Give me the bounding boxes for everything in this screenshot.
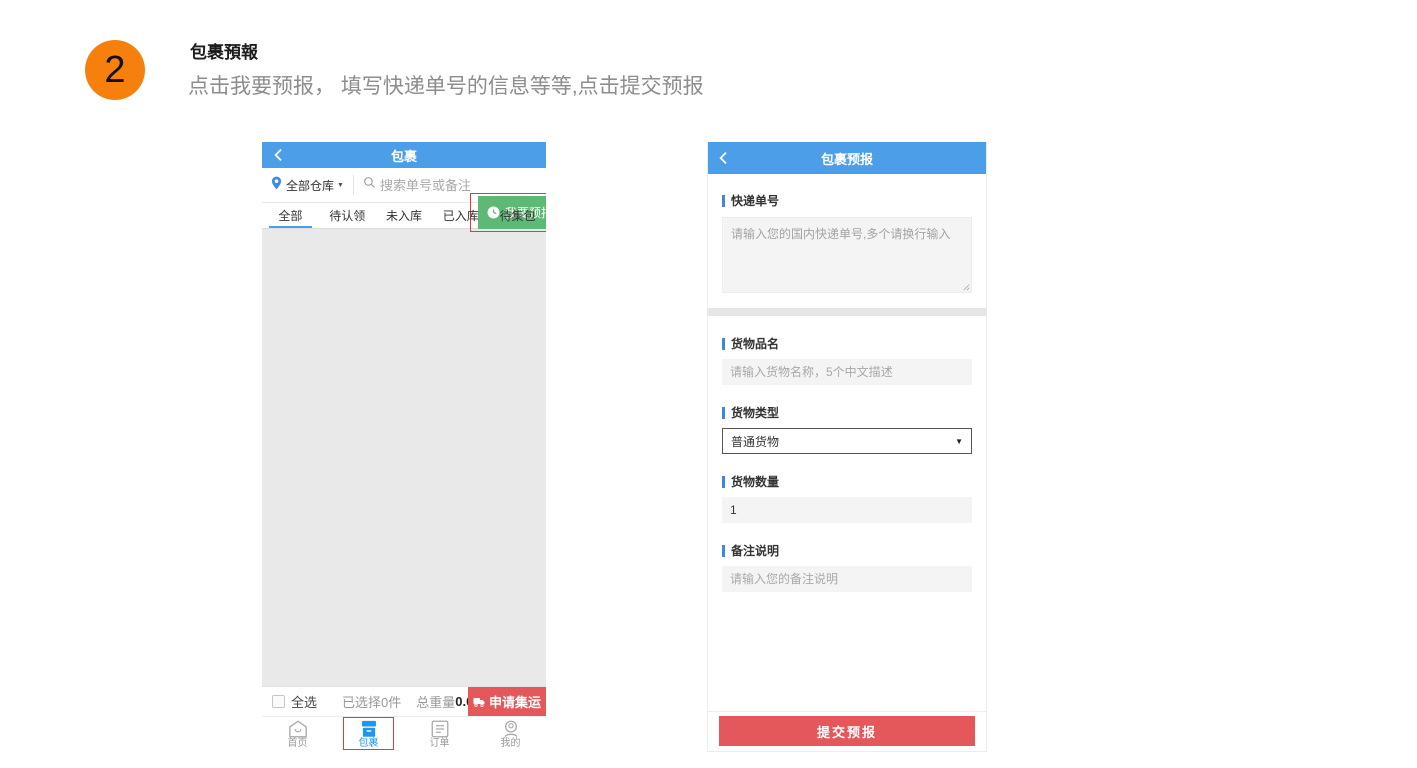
selection-bar: 全选 已选择0件 总重量 0.00 kg 申请集运 — [262, 686, 546, 716]
form-footer: 提交预报 — [708, 711, 986, 751]
truck-icon — [473, 697, 485, 707]
section-divider — [708, 308, 986, 316]
nav-packages[interactable]: 包裹 — [333, 717, 404, 752]
back-icon[interactable] — [716, 150, 732, 166]
label-accent-bar — [722, 545, 725, 557]
step-number-badge: 2 — [85, 40, 145, 100]
box-icon — [359, 720, 379, 738]
nav-label: 包裹 — [359, 739, 379, 749]
map-pin-icon — [271, 176, 282, 195]
nav-orders[interactable]: 订单 — [404, 717, 475, 752]
tab-all[interactable]: 全部 — [262, 203, 319, 228]
tracking-number-textarea[interactable] — [722, 217, 972, 293]
label-accent-bar — [722, 476, 725, 488]
label-text: 快递单号 — [731, 192, 779, 209]
select-all-checkbox[interactable] — [272, 695, 285, 708]
tab-not-in-warehouse[interactable]: 未入库 — [376, 203, 433, 228]
package-forecast-screen: 包裹预报 快递单号 货物品名 货物类型 普通货物 ▼ 货物 — [707, 142, 987, 752]
submit-forecast-button[interactable]: 提交预报 — [719, 716, 975, 746]
house-icon — [288, 720, 308, 738]
step-description: 点击我要预报， 填写快递单号的信息等等,点击提交预报 — [188, 70, 704, 100]
empty-package-list — [262, 228, 546, 686]
tab-in-warehouse[interactable]: 已入库 — [432, 203, 489, 228]
tab-label: 未入库 — [386, 207, 422, 224]
select-all-label[interactable]: 全选 — [291, 692, 317, 711]
label-text: 备注说明 — [731, 542, 779, 559]
label-accent-bar — [722, 407, 725, 419]
product-name-input[interactable] — [722, 359, 972, 385]
nav-label: 订单 — [430, 739, 450, 749]
quantity-input[interactable] — [722, 497, 972, 523]
selected-count: 已选择0件 — [342, 692, 401, 711]
left-header: 包裹 — [262, 142, 546, 168]
search-input[interactable] — [380, 178, 476, 193]
cargo-type-label: 货物类型 — [722, 404, 972, 421]
caret-down-icon[interactable]: ▼ — [337, 182, 344, 189]
cargo-type-value: 普通货物 — [731, 433, 779, 450]
tab-label: 已入库 — [443, 207, 479, 224]
apply-button-label: 申请集运 — [489, 692, 541, 711]
document-list-icon — [430, 720, 450, 738]
quantity-label: 货物数量 — [722, 473, 972, 490]
bottom-nav: 首页 包裹 订单 我的 — [262, 716, 546, 752]
tab-pending-claim[interactable]: 待认领 — [319, 203, 376, 228]
page-title: 包裹预报 — [707, 149, 987, 168]
label-text: 货物类型 — [731, 404, 779, 421]
label-text: 货物数量 — [731, 473, 779, 490]
divider — [353, 175, 354, 195]
nav-label: 首页 — [288, 739, 308, 749]
filter-tabs: 全部 待认领 未入库 已入库 待集包 — [262, 203, 546, 228]
label-accent-bar — [722, 195, 725, 207]
tab-pending-pack[interactable]: 待集包 — [489, 203, 546, 228]
page-title: 包裹 — [262, 146, 546, 165]
warehouse-selector[interactable]: 全部仓库 — [286, 177, 334, 194]
right-header: 包裹预报 — [707, 142, 987, 174]
step-number: 2 — [104, 49, 125, 92]
search-icon — [363, 176, 376, 194]
back-icon[interactable] — [271, 147, 287, 163]
nav-label: 我的 — [501, 739, 521, 749]
nav-profile[interactable]: 我的 — [475, 717, 546, 752]
cargo-type-select[interactable]: 普通货物 ▼ — [722, 428, 972, 454]
remark-input[interactable] — [722, 566, 972, 592]
form-spacer — [722, 592, 972, 711]
tab-label: 全部 — [278, 207, 302, 224]
tab-label: 待认领 — [329, 207, 365, 224]
tracking-number-label: 快递单号 — [722, 192, 972, 209]
step-title: 包裹預報 — [190, 38, 258, 63]
toolbar: 全部仓库 ▼ 我要预报 — [262, 168, 546, 203]
package-list-screen: 包裹 全部仓库 ▼ 我要预报 全部 待认领 未入库 已入库 待集包 全选 已选择… — [262, 142, 546, 752]
forecast-form: 快递单号 货物品名 货物类型 普通货物 ▼ 货物数量 — [708, 174, 986, 711]
product-name-label: 货物品名 — [722, 335, 972, 352]
nav-home[interactable]: 首页 — [262, 717, 333, 752]
apply-consolidation-button[interactable]: 申请集运 — [468, 687, 546, 716]
weight-label: 总重量 — [416, 692, 455, 711]
remark-label: 备注说明 — [722, 542, 972, 559]
person-icon — [501, 720, 521, 738]
label-accent-bar — [722, 338, 725, 350]
caret-down-icon: ▼ — [955, 437, 963, 446]
label-text: 货物品名 — [731, 335, 779, 352]
tab-label: 待集包 — [500, 207, 536, 224]
